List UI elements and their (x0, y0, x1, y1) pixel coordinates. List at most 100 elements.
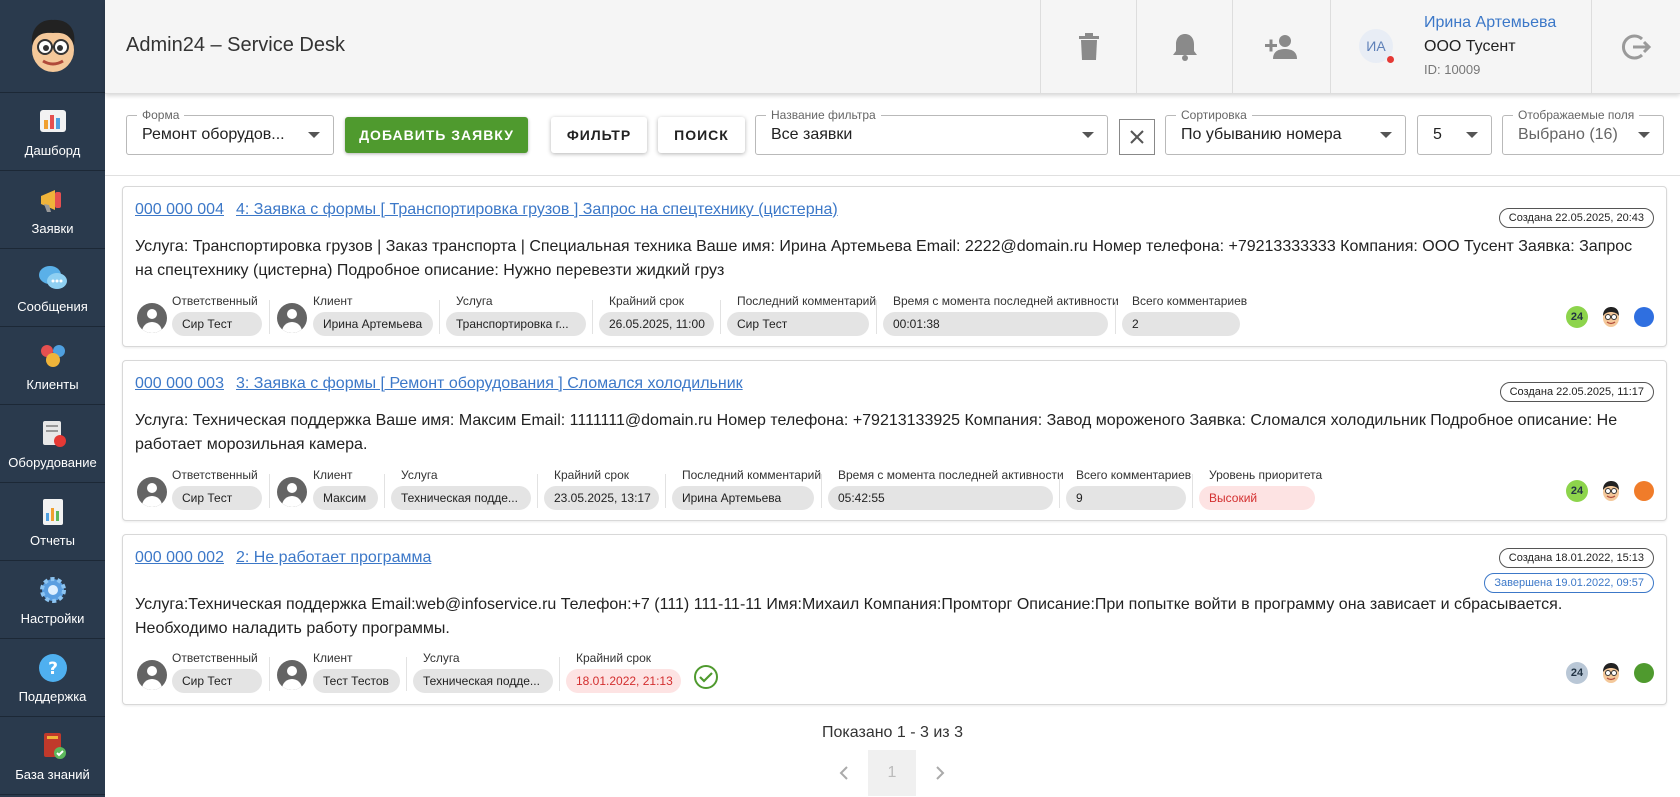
sidebar: Дашборд Заявки Сообщения Клиенты Оборудо… (0, 0, 105, 797)
meta-chip[interactable]: 26.05.2025, 11:00 (599, 312, 714, 336)
meta-label: Крайний срок (576, 651, 652, 665)
ticket-title-link[interactable]: 4: Заявка с формы [ Транспортировка груз… (236, 201, 838, 218)
sidebar-item-label: Оборудование (8, 455, 97, 470)
sidebar-item-settings[interactable]: Настройки (0, 561, 105, 639)
meta-chip[interactable]: Тест Тестов (313, 669, 400, 693)
form-select[interactable]: Форма Ремонт оборудов... (126, 108, 334, 155)
sort-label: Сортировка (1176, 108, 1252, 122)
per-page-select[interactable]: 5 (1417, 115, 1492, 155)
person-icon (277, 660, 307, 690)
filter-name-select[interactable]: Название фильтра Все заявки (755, 108, 1108, 155)
sidebar-item-equipment[interactable]: Оборудование (0, 405, 105, 483)
meta-chip[interactable]: Ирина Артемьева (313, 312, 433, 336)
divider (559, 657, 560, 691)
meta-label: Время с момента последней активности (893, 294, 1119, 308)
search-button[interactable]: ПОИСК (658, 117, 745, 153)
ticket-card[interactable]: 000 000 002 2: Не работает программа Созд… (122, 534, 1667, 705)
meta-chip[interactable]: 18.01.2022, 21:13 (566, 669, 681, 693)
sidebar-item-clients[interactable]: Клиенты (0, 327, 105, 405)
sidebar-item-label: Поддержка (18, 689, 87, 704)
meta-label: Услуга (423, 651, 460, 665)
meta-chip[interactable]: 2 (1122, 312, 1240, 336)
next-page-button[interactable] (916, 750, 964, 796)
meta-deadline: Крайний срок 26.05.2025, 11:00 (599, 294, 714, 336)
divider (269, 657, 270, 691)
page-title: Admin24 – Service Desk (126, 34, 345, 56)
divider (665, 474, 666, 508)
meta-label: Услуга (401, 468, 438, 482)
ticket-description: Услуга: Техническая поддержка Ваше имя: … (135, 412, 1618, 453)
ticket-title-link[interactable]: 2: Не работает программа (236, 549, 431, 566)
app-logo[interactable] (0, 0, 105, 93)
meta-label: Ответственный (172, 651, 258, 665)
meta-client: Клиент Тест Тестов (313, 651, 400, 693)
ticket-indicators: 24 (1566, 479, 1654, 503)
divider (720, 300, 721, 334)
divider (876, 300, 877, 334)
visible-fields-select[interactable]: Отображаемые поля Выбрано (16) (1502, 108, 1664, 155)
svg-text:?: ? (48, 659, 58, 679)
sidebar-item-label: База знаний (15, 767, 90, 782)
meta-last-comment: Последний комментарий Ирина Артемьева (672, 468, 821, 510)
logout-icon (1622, 34, 1652, 60)
meta-label: Клиент (313, 468, 353, 482)
chevron-down-icon (1082, 132, 1094, 138)
add-ticket-button[interactable]: ДОБАВИТЬ ЗАЯВКУ (345, 117, 528, 153)
meta-chip[interactable]: Транспортировка г... (446, 312, 586, 336)
equipment-icon (42, 421, 66, 447)
sidebar-item-dashboard[interactable]: Дашборд (0, 93, 105, 171)
meta-label: Всего комментариев (1132, 294, 1248, 308)
filter-button[interactable]: ФИЛЬТР (551, 117, 647, 153)
meta-chip[interactable]: Техническая подде... (413, 669, 553, 693)
sort-select[interactable]: Сортировка По убыванию номера (1165, 108, 1406, 155)
meta-chip[interactable]: 23.05.2025, 13:17 (544, 486, 659, 510)
sidebar-item-reports[interactable]: Отчеты (0, 483, 105, 561)
meta-chip[interactable]: Сир Тест (172, 669, 262, 693)
completed-date-badge: Завершена 19.01.2022, 09:57 (1484, 573, 1654, 593)
meta-chip[interactable]: Максим (313, 486, 378, 510)
form-select-value: Ремонт оборудов... (142, 126, 285, 143)
meta-client: Клиент Ирина Артемьева (313, 294, 433, 336)
ticket-card[interactable]: 000 000 004 4: Заявка с формы [ Транспорт… (122, 186, 1667, 347)
meta-chip[interactable]: Сир Тест (172, 312, 262, 336)
meta-chip[interactable]: 05:42:55 (828, 486, 1053, 510)
meta-service: Услуга Транспортировка г... (446, 294, 586, 336)
created-date-badge: Создана 22.05.2025, 20:43 (1498, 208, 1654, 228)
ticket-number-link[interactable]: 000 000 002 (135, 549, 224, 566)
priority-chip[interactable]: Высокий (1199, 486, 1315, 510)
bell-icon (1172, 34, 1197, 61)
sidebar-item-tickets[interactable]: Заявки (0, 171, 105, 249)
notifications-button[interactable] (1136, 0, 1232, 94)
clear-filter-button[interactable] (1119, 119, 1155, 155)
ticket-number-link[interactable]: 000 000 003 (135, 375, 224, 392)
ticket-title-link[interactable]: 3: Заявка с формы [ Ремонт оборудования … (236, 375, 743, 392)
visible-fields-label: Отображаемые поля (1513, 108, 1640, 122)
meta-label: Услуга (456, 294, 493, 308)
meta-chip[interactable]: 9 (1066, 486, 1186, 510)
meta-chip[interactable]: Техническая подде... (391, 486, 531, 510)
page-button[interactable]: 1 (868, 750, 916, 796)
meta-chip[interactable]: 00:01:38 (883, 312, 1108, 336)
sidebar-item-label: Клиенты (26, 377, 79, 392)
user-id: ID: 10009 (1424, 62, 1481, 77)
user-profile[interactable]: ИА Ирина Артемьева ООО Тусент ID: 10009 (1330, 0, 1592, 94)
ticket-card[interactable]: 000 000 003 3: Заявка с формы [ Ремонт об… (122, 360, 1667, 521)
prev-page-button[interactable] (820, 750, 868, 796)
meta-chip[interactable]: Сир Тест (172, 486, 262, 510)
check-circle-icon (694, 665, 718, 689)
sidebar-item-messages[interactable]: Сообщения (0, 249, 105, 327)
meta-chip[interactable]: Ирина Артемьева (672, 486, 814, 510)
trash-button[interactable] (1040, 0, 1136, 94)
sidebar-item-label: Дашборд (24, 143, 81, 158)
add-user-icon (1264, 35, 1297, 59)
ticket-number-link[interactable]: 000 000 004 (135, 201, 224, 218)
chevron-right-icon (936, 766, 945, 780)
face-avatar-icon (1603, 307, 1619, 327)
clients-icon (40, 345, 65, 367)
sidebar-item-support[interactable]: ? Поддержка (0, 639, 105, 717)
meta-comment-count: Всего комментариев 9 (1066, 468, 1191, 510)
reports-icon (42, 499, 63, 525)
logout-button[interactable] (1592, 0, 1680, 94)
add-user-button[interactable] (1232, 0, 1328, 94)
meta-chip[interactable]: Сир Тест (727, 312, 869, 336)
